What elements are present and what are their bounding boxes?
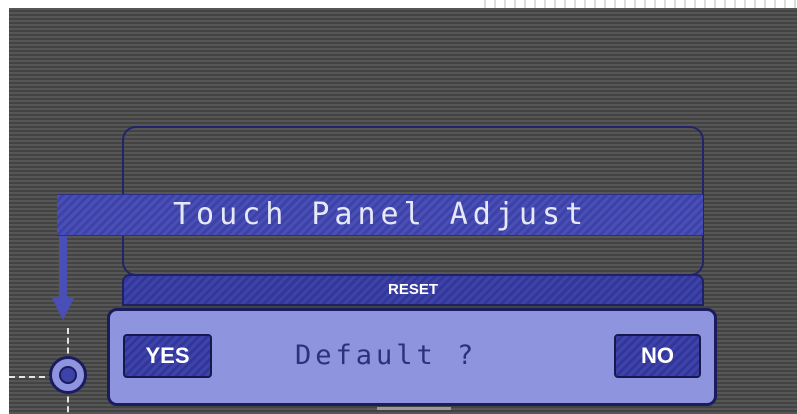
dialog-question: Default ? [295, 340, 478, 371]
no-button[interactable]: NO [614, 334, 701, 378]
touch-screen[interactable]: Touch Panel Adjust RESET YES Default ? N… [9, 8, 797, 414]
yes-button[interactable]: YES [123, 334, 212, 378]
reset-label: RESET [387, 281, 438, 298]
top-ruler [476, 0, 797, 8]
reset-bar: RESET [122, 274, 704, 306]
bottom-indicator [377, 407, 451, 410]
crosshair-target-icon[interactable] [49, 356, 87, 394]
confirm-dialog: YES Default ? NO [107, 308, 717, 406]
panel-title: Touch Panel Adjust [173, 197, 589, 232]
target-center [59, 366, 77, 384]
title-bar: Touch Panel Adjust [57, 194, 703, 236]
arrow-head-icon [52, 298, 74, 320]
